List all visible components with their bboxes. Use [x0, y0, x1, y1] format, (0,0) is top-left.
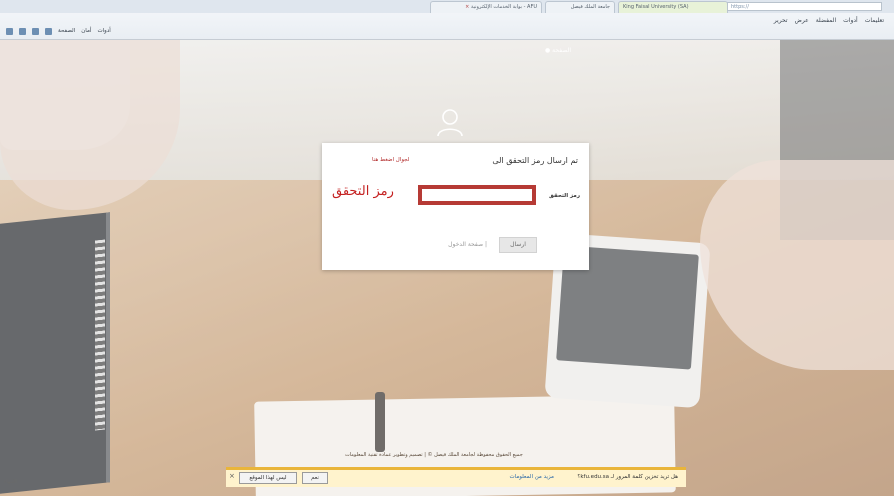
verification-dialog: تم ارسال رمز التحقق الى لجوال اضغط هنا ر… [322, 143, 589, 270]
not-for-this-site-button[interactable]: ليس لهذا الموقع [239, 472, 297, 484]
command-bar: أدوات أمان الصفحة [6, 26, 111, 36]
save-password-bar: هل تريد تخزين كلمة المرور لـ kfu.edu.sa؟… [226, 467, 686, 487]
safety-command[interactable]: أمان [81, 28, 91, 34]
dialog-title: تم ارسال رمز التحقق الى [492, 156, 578, 165]
tab-afu-portal[interactable]: AFU - بوابة الخدمات الإلكترونية × [430, 1, 542, 13]
save-password-question: هل تريد تخزين كلمة المرور لـ kfu.edu.sa؟ [577, 474, 678, 480]
submit-button[interactable]: ارسال [499, 237, 537, 253]
home-link-label: الصفحة [552, 47, 571, 54]
browser-chrome: AFU - بوابة الخدمات الإلكترونية × جامعة … [0, 0, 894, 40]
close-icon[interactable]: × [229, 472, 235, 480]
address-bar[interactable]: https:// [727, 2, 882, 11]
status-text: الانتهاء [4, 479, 18, 485]
print-icon[interactable] [45, 27, 52, 35]
menu-tools[interactable]: أدوات [843, 17, 858, 27]
tab-kfu-sa[interactable]: King Faisal University (SA) [618, 1, 728, 13]
menu-bar: تحرير عرض المفضلة أدوات تعليمات [774, 17, 884, 27]
user-icon [437, 109, 463, 137]
verification-code-input[interactable] [418, 185, 536, 205]
menu-edit[interactable]: تحرير [774, 17, 788, 27]
home-icon: ● [545, 47, 551, 54]
copyright-text: جميع الحقوق محفوظة لجامعة الملك فيصل © |… [345, 452, 523, 458]
mail-icon[interactable] [32, 27, 39, 35]
login-page-link-label: | صفحة الدخول [448, 241, 487, 248]
home-link[interactable]: الصفحة ● [545, 47, 571, 54]
tab-label: جامعة الملك فيصل [570, 4, 610, 10]
tools-command[interactable]: أدوات [97, 28, 110, 34]
menu-view[interactable]: عرض [795, 17, 809, 27]
feed-icon[interactable] [19, 27, 26, 35]
annotation-label: رمز التحقق [332, 184, 394, 199]
menu-favorites[interactable]: المفضلة [816, 17, 836, 27]
home-icon[interactable] [6, 27, 13, 35]
tab-label: AFU - بوابة الخدمات الإلكترونية [470, 4, 537, 10]
close-icon[interactable]: × [465, 4, 469, 10]
menu-help[interactable]: تعليمات [865, 17, 884, 27]
page-command[interactable]: الصفحة [58, 28, 75, 34]
more-info-link[interactable]: مزيد من المعلومات [509, 474, 554, 480]
code-label: رمز التحقق [549, 193, 580, 199]
login-page-link[interactable]: | صفحة الدخول [448, 241, 487, 248]
wrong-mobile-link[interactable]: لجوال اضغط هنا [372, 157, 409, 163]
page-viewport: الصفحة ● تم ارسال رمز التحقق الى لجوال ا… [0, 40, 894, 496]
yes-button[interactable]: نعم [302, 472, 328, 484]
tab-kfu[interactable]: جامعة الملك فيصل [545, 1, 615, 13]
tab-label: King Faisal University (SA) [623, 4, 689, 10]
